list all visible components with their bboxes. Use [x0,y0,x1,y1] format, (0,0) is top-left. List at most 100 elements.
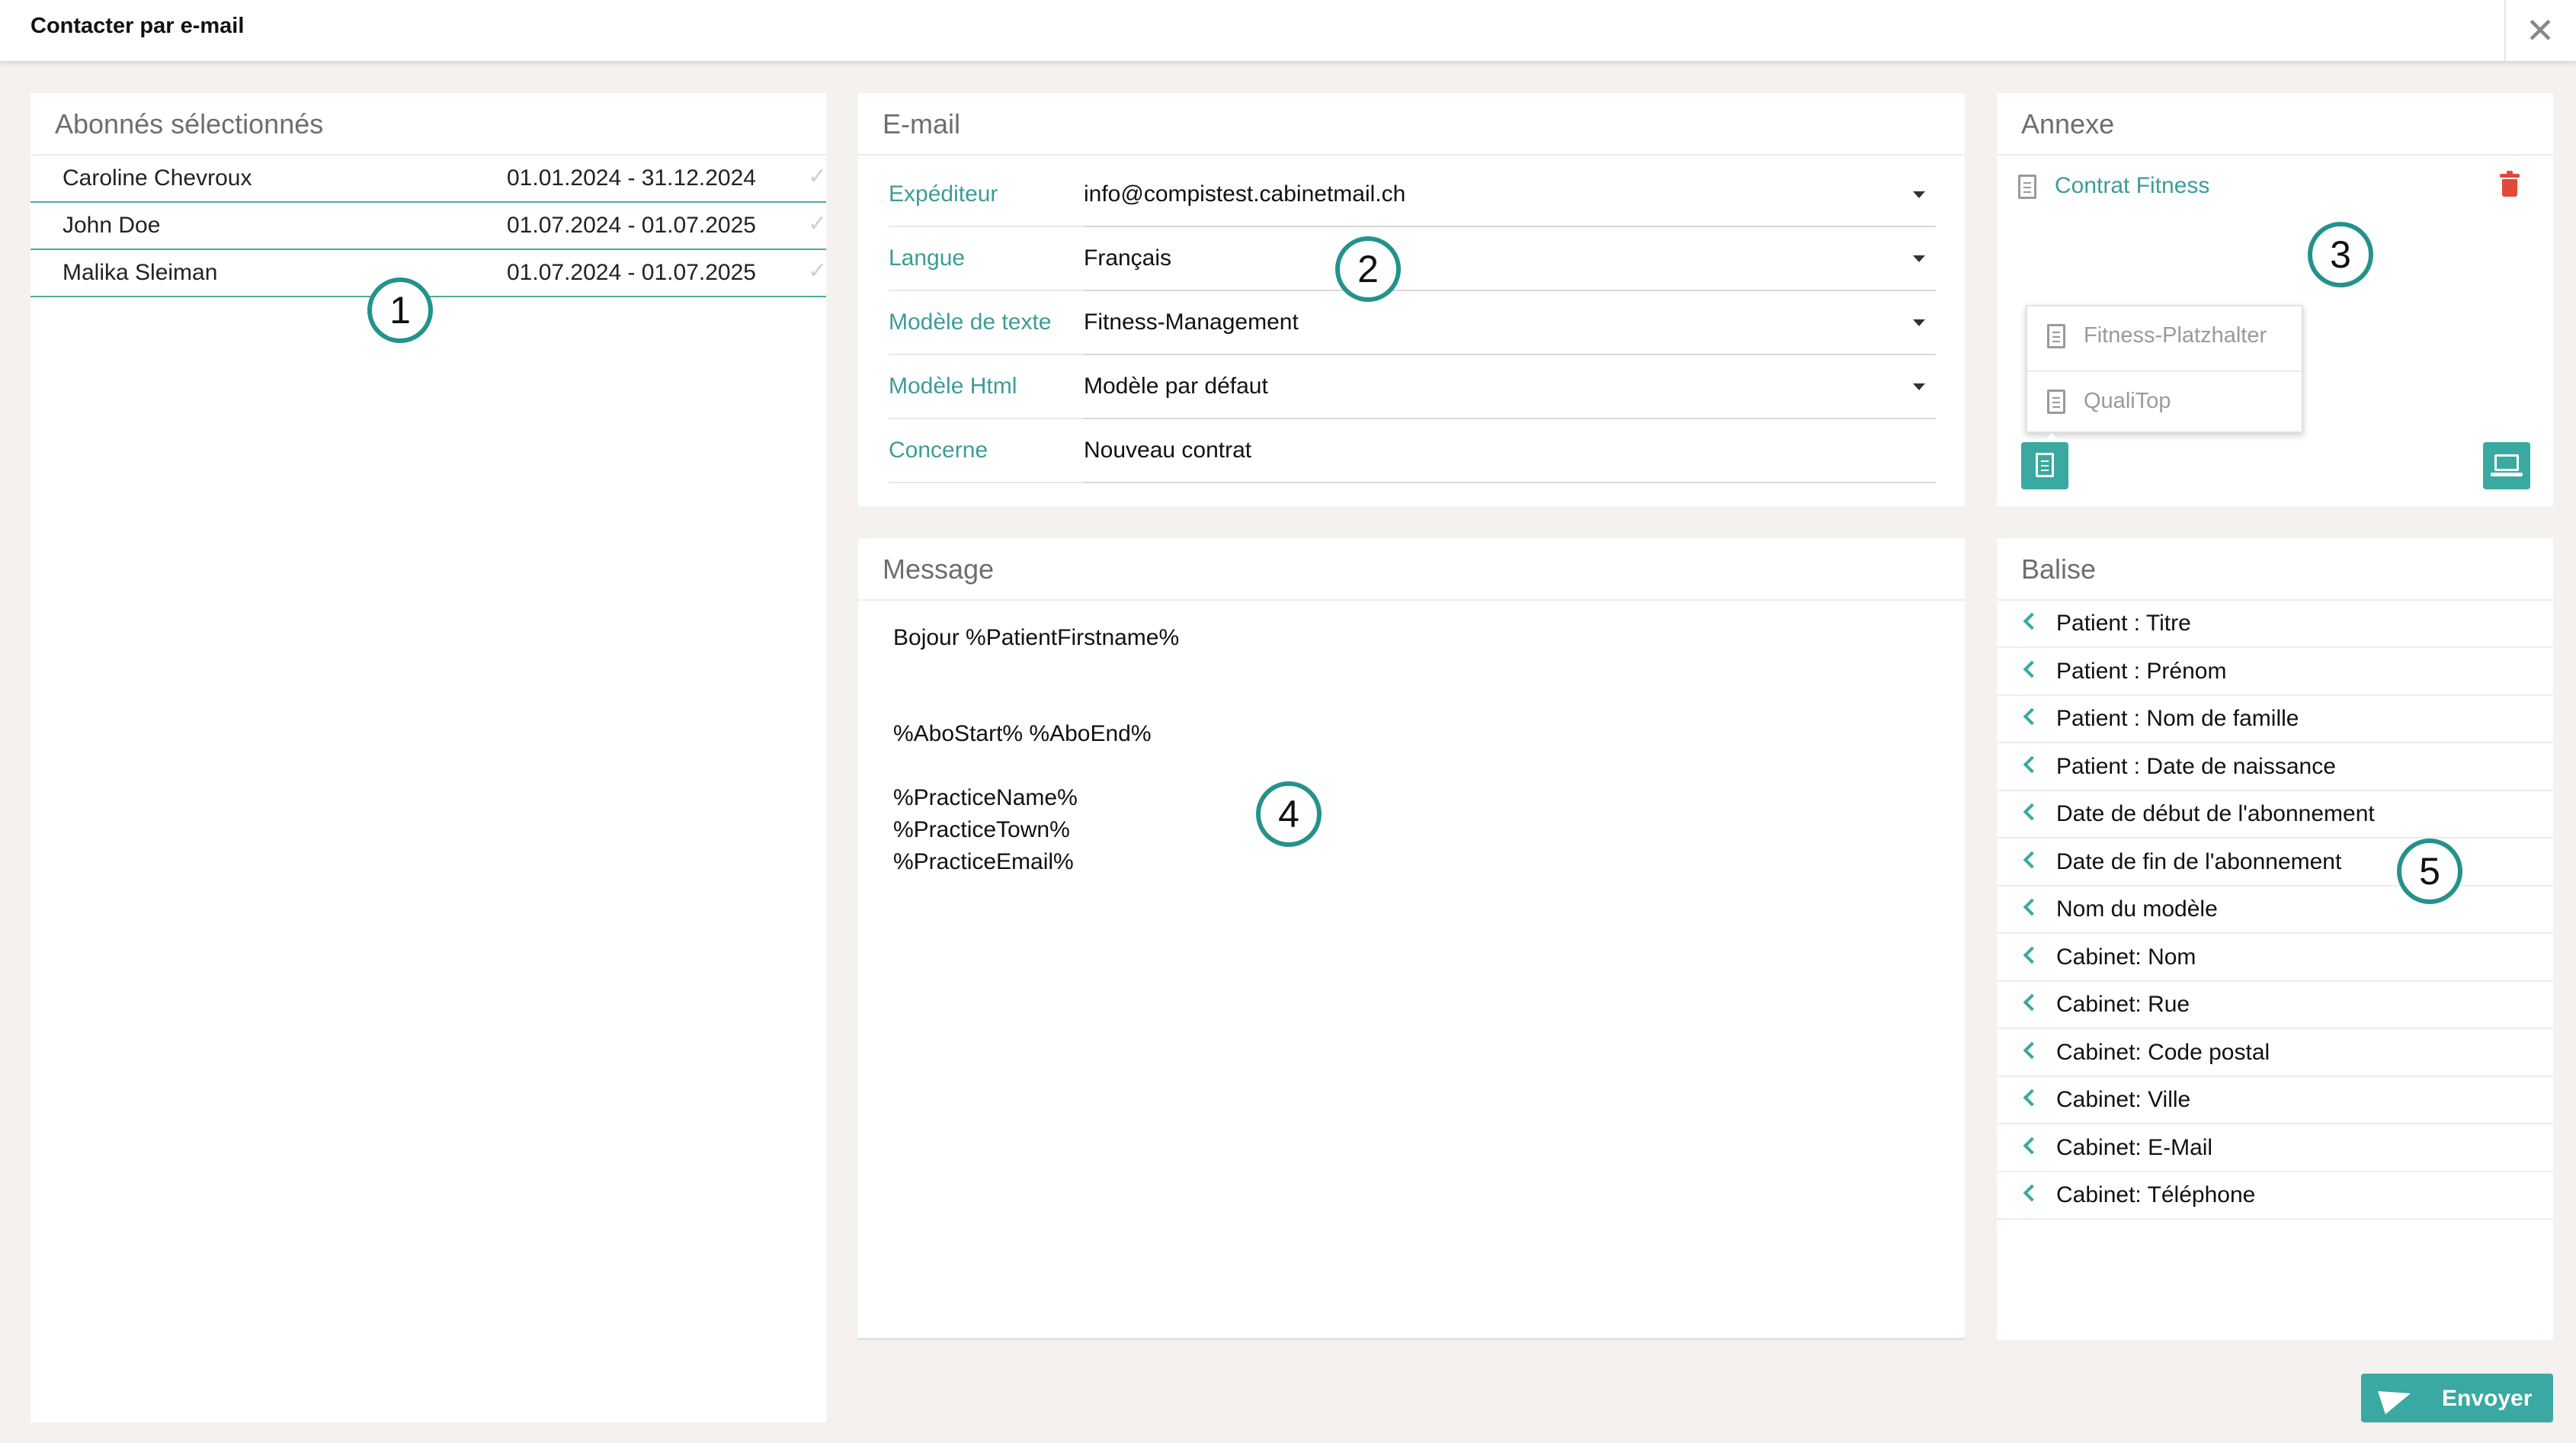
window-title: Contacter par e-mail [30,14,245,38]
field-underline [1084,226,1936,227]
tag-label: Patient : Titre [2056,611,2191,636]
document-template-menu: Fitness-Platzhalter QualiTop [2026,305,2303,433]
subscriber-row[interactable]: Malika Sleiman 01.07.2024 - 01.07.2025 ✓ [30,250,828,297]
tag-label: Date de fin de l'abonnement [2056,848,2342,874]
tag-item[interactable]: Cabinet: Ville [1997,1077,2553,1124]
chevron-down-icon[interactable] [1913,383,1925,390]
check-icon: ✓ [808,164,828,189]
tag-label: Cabinet: Rue [2056,992,2190,1017]
chevron-left-icon[interactable] [2023,803,2041,821]
tag-item[interactable]: Patient : Nom de famille [1997,696,2553,743]
chevron-left-icon[interactable] [2023,851,2041,868]
tag-item[interactable]: Cabinet: Téléphone [1997,1172,2553,1220]
subscriber-period: 01.01.2024 - 31.12.2024 [507,165,756,191]
subscriber-name: John Doe [62,213,161,238]
field-underline [1084,482,1936,483]
document-icon [2036,453,2054,477]
document-icon [2018,175,2036,200]
html-template-select[interactable]: Modèle Html Modèle par défaut [889,357,1936,419]
document-icon [2047,324,2065,349]
subscriber-name: Malika Sleiman [62,260,218,285]
tag-item[interactable]: Cabinet: Rue [1997,982,2553,1029]
tag-item[interactable]: Patient : Prénom [1997,649,2553,696]
language-select[interactable]: Langue Français [889,229,1936,291]
text-template-value: Fitness-Management [1084,309,1299,335]
tag-item[interactable]: Nom du modèle [1997,887,2553,934]
chevron-down-icon[interactable] [1913,255,1925,262]
attachment-name: Contrat Fitness [2055,173,2210,198]
subject-field[interactable]: Concerne Nouveau contrat [889,421,1936,483]
subscribers-header: Abonnés sélectionnés [30,93,826,156]
menu-item-qualitop[interactable]: QualiTop [2027,370,2302,435]
chevron-down-icon[interactable] [1913,191,1925,198]
tag-label: Patient : Nom de famille [2056,706,2299,731]
subscriber-row[interactable]: John Doe 01.07.2024 - 01.07.2025 ✓ [30,203,828,250]
field-underline [1084,290,1936,291]
tag-label: Cabinet: Nom [2056,944,2196,970]
callout-3: 3 [2308,222,2373,287]
html-template-value: Modèle par défaut [1084,374,1268,399]
send-button[interactable]: Envoyer [2361,1374,2553,1422]
close-icon[interactable]: ✕ [2515,8,2565,53]
chevron-left-icon[interactable] [2023,1184,2041,1202]
tag-label: Cabinet: Code postal [2056,1039,2270,1065]
chevron-left-icon[interactable] [2023,946,2041,964]
chevron-left-icon[interactable] [2023,612,2041,630]
chevron-left-icon[interactable] [2023,1089,2041,1107]
chevron-left-icon[interactable] [2023,660,2041,678]
tag-item[interactable]: Date de début de l'abonnement [1997,791,2553,839]
chevron-left-icon[interactable] [2023,755,2041,773]
check-icon: ✓ [808,258,828,284]
tag-label: Patient : Prénom [2056,658,2227,684]
menu-item-label: QualiTop [2084,389,2171,413]
tag-item[interactable]: Cabinet: Nom [1997,935,2553,982]
tag-label: Cabinet: Téléphone [2056,1182,2256,1207]
add-document-button[interactable] [2021,442,2068,489]
subject-value[interactable]: Nouveau contrat [1084,438,1251,463]
message-bottom-border [858,1338,1965,1340]
callout-2: 2 [1335,236,1401,302]
tag-item[interactable]: Date de fin de l'abonnement [1997,839,2553,887]
chevron-left-icon[interactable] [2023,898,2041,916]
text-template-select[interactable]: Modèle de texte Fitness-Management [889,293,1936,355]
chevron-left-icon[interactable] [2023,1041,2041,1059]
tag-label: Cabinet: E-Mail [2056,1134,2213,1160]
annex-header: Annexe [1997,93,2553,156]
field-underline [1084,418,1936,419]
chevron-left-icon[interactable] [2023,707,2041,726]
menu-pointer [2043,433,2061,442]
tag-item[interactable]: Cabinet: Code postal [1997,1030,2553,1077]
subscriber-period: 01.07.2024 - 01.07.2025 [507,213,756,238]
tag-label: Date de début de l'abonnement [2056,801,2375,826]
email-panel: E-mail Expéditeur info@compistest.cabine… [858,93,1965,506]
chevron-left-icon[interactable] [2023,1137,2041,1154]
annex-panel: Annexe Contrat Fitness Fitness-Platzhalt… [1997,93,2553,506]
callout-4: 4 [1256,781,1322,847]
tags-panel: Balise Patient : Titre Patient : Prénom Pa… [1997,538,2553,1340]
tag-item[interactable]: Patient : Titre [1997,601,2553,648]
subscriber-row[interactable]: Caroline Chevroux 01.01.2024 - 31.12.202… [30,156,828,203]
callout-5: 5 [2397,839,2462,904]
title-separator [2504,0,2506,61]
sender-select[interactable]: Expéditeur info@compistest.cabinetmail.c… [889,165,1936,227]
sender-label: Expéditeur [889,181,998,207]
text-template-label: Modèle de texte [889,309,1052,335]
message-body[interactable]: Bojour %PatientFirstname% %AboStart% %Ab… [893,622,1179,878]
paper-plane-icon [2378,1381,2414,1415]
add-local-file-button[interactable] [2483,442,2530,489]
chevron-left-icon[interactable] [2023,993,2041,1012]
check-icon: ✓ [808,211,828,236]
subscribers-panel: Abonnés sélectionnés Caroline Chevroux 0… [30,93,828,1422]
chevron-down-icon[interactable] [1913,319,1925,326]
menu-item-fitness-platzhalter[interactable]: Fitness-Platzhalter [2027,306,2302,370]
tags-header: Balise [1997,538,2553,601]
field-underline [1084,354,1936,355]
send-label: Envoyer [2442,1386,2533,1411]
tag-label: Patient : Date de naissance [2056,753,2336,779]
trash-icon[interactable] [2500,171,2520,197]
email-header: E-mail [858,93,1965,156]
tag-item[interactable]: Patient : Date de naissance [1997,744,2553,791]
subscriber-name: Caroline Chevroux [62,165,252,191]
tag-item[interactable]: Cabinet: E-Mail [1997,1125,2553,1172]
attachment-item[interactable]: Contrat Fitness [2018,173,2210,200]
